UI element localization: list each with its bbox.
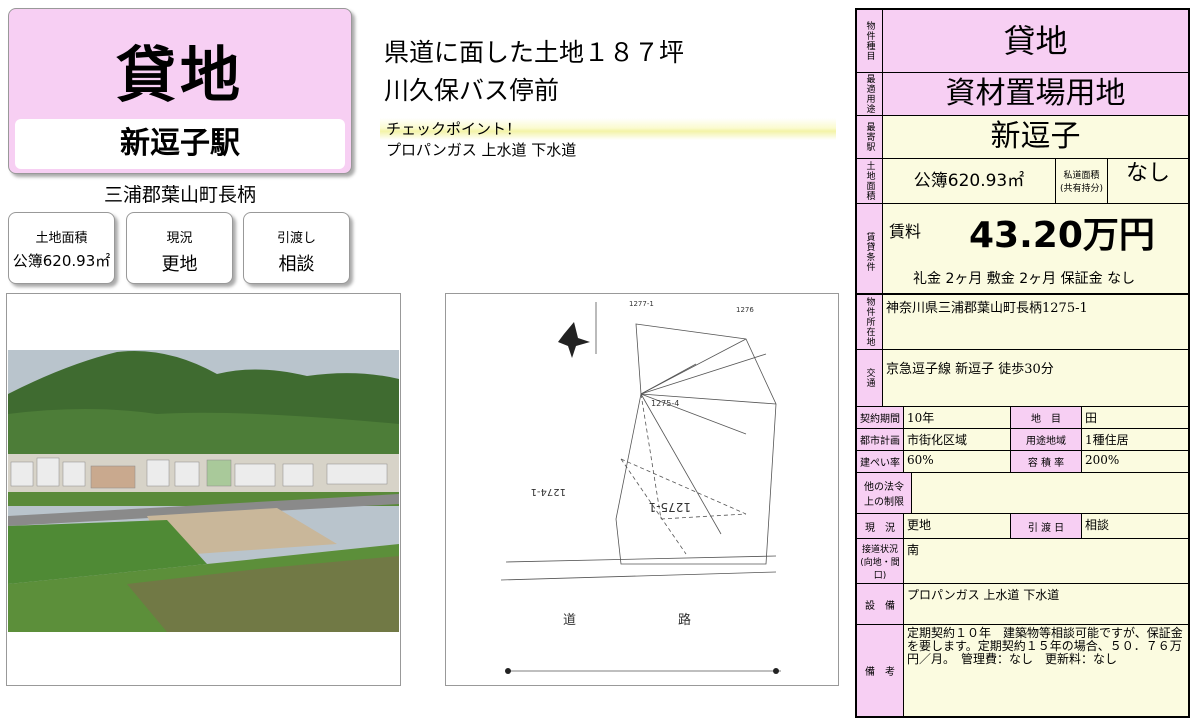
survey-map-frame: 1277-1 1276 1275-4 1275-1 1274-1 道 路 [445, 293, 839, 686]
zoning-label: 用途地域 [1011, 429, 1082, 450]
bcr-value: 60% [904, 451, 1011, 472]
map-road-label-2: 路 [678, 612, 691, 628]
law-label: 他の法令上の制限 [857, 473, 912, 513]
remarks-value: 定期契約１０年 建築物等相談可能ですが、保証金を要します。定期契約１５年の場合、… [904, 625, 1188, 716]
address-short: 三浦郡葉山町長柄 [103, 184, 256, 206]
use-label: 最適用途 [857, 73, 883, 115]
location-value: 神奈川県三浦郡葉山町長柄1275-1 [883, 295, 1188, 349]
city-plan-value: 市街化区域 [904, 429, 1011, 450]
station-row: 最寄駅 新逗子 [857, 116, 1188, 159]
type-value: 貸地 [883, 10, 1188, 72]
nearest-station-badge: 新逗子駅 [15, 119, 345, 169]
land-category-label: 地 目 [1011, 407, 1082, 428]
type-label: 物件種目 [857, 10, 883, 72]
area-value: 公簿620.93㎡ [883, 159, 1056, 203]
listing-type-title: 貸地 [116, 41, 244, 111]
handover-date-label: 引 渡 日 [1011, 514, 1082, 538]
contract-value: 10年 [904, 407, 1011, 428]
city-plan-label: 都市計画 [857, 429, 904, 450]
status-value: 更地 [904, 514, 1011, 538]
remarks-row: 備 考 定期契約１０年 建築物等相談可能ですが、保証金を要します。定期契約１５年… [857, 625, 1188, 716]
law-value [912, 473, 1188, 513]
transport-row: 交通 京急逗子線 新逗子 徒歩30分 [857, 350, 1188, 407]
handover-date-value: 相談 [1082, 514, 1188, 538]
status-label: 現 況 [857, 514, 904, 538]
map-lot-side: 1274-1 [531, 486, 566, 497]
city-plan-row: 都市計画 市街化区域 用途地域 1種住居 [857, 429, 1188, 451]
contract-label: 契約期間 [857, 407, 904, 428]
private-road-value: なし [1125, 161, 1170, 186]
title-card: 貸地 新逗子駅 [8, 8, 352, 174]
zoning-value: 1種住居 [1082, 429, 1188, 450]
land-category-value: 田 [1082, 407, 1188, 428]
rent-caption: 賃料 [889, 222, 922, 241]
road-access-label: 接道状況 [861, 544, 898, 555]
headline: 県道に面した土地１８７坪 川久保バス停前 [384, 34, 684, 110]
map-road-label-1: 道 [563, 613, 576, 628]
survey-map: 1277-1 1276 1275-4 1275-1 1274-1 道 路 [500, 300, 781, 674]
map-lot-main: 1275-1 [648, 500, 691, 514]
road-access-sub: (向地・間口) [860, 557, 900, 581]
condition-value: 更地 [161, 254, 198, 275]
rent-label: 賃貸条件 [857, 204, 883, 300]
contract-row: 契約期間 10年 地 目 田 [857, 407, 1188, 429]
use-row: 最適用途 資材置場用地 [857, 73, 1188, 116]
bcr-row: 建ぺい率 60% 容 積 率 200% [857, 451, 1188, 473]
utilities-line: プロパンガス 上水道 下水道 [386, 141, 577, 159]
info-table: 物件所在地 神奈川県三浦郡葉山町長柄1275-1 交通 京急逗子線 新逗子 徒歩… [855, 293, 1190, 718]
handover-value: 相談 [278, 254, 315, 275]
type-row: 物件種目 貸地 [857, 10, 1188, 73]
station-label: 最寄駅 [857, 116, 883, 158]
far-label: 容 積 率 [1011, 451, 1082, 472]
handover-box: 引渡し 相談 [243, 212, 350, 284]
remarks-label: 備 考 [857, 625, 904, 716]
facility-label: 設 備 [857, 584, 904, 624]
transport-label: 交通 [857, 350, 883, 406]
rent-terms: 礼金 2ヶ月 敷金 2ヶ月 保証金 なし [913, 271, 1136, 287]
rent-row: 賃貸条件 賃料 43.20万円 礼金 2ヶ月 敷金 2ヶ月 保証金 なし [857, 204, 1188, 300]
land-area-value: 公簿620.93㎡ [12, 252, 111, 270]
area-label: 土地面積 [857, 159, 883, 203]
handover-label: 引渡し [276, 231, 316, 246]
use-value: 資材置場用地 [883, 73, 1188, 115]
property-photo-frame [6, 293, 401, 686]
status-row: 現 況 更地 引 渡 日 相談 [857, 514, 1188, 539]
transport-value: 京急逗子線 新逗子 徒歩30分 [883, 350, 1188, 406]
rent-value: 43.20万円 [969, 215, 1155, 256]
headline-line-1: 県道に面した土地１８７坪 [384, 38, 685, 67]
road-access-value: 南 [904, 539, 1188, 583]
land-area-label: 土地面積 [35, 231, 88, 246]
facility-row: 設 備 プロパンガス 上水道 下水道 [857, 584, 1188, 625]
condition-box: 現況 更地 [126, 212, 233, 284]
map-lot-top-a: 1277-1 [629, 300, 654, 308]
land-area-box: 土地面積 公簿620.93㎡ [8, 212, 115, 284]
private-road-sub: (共有持分) [1059, 184, 1104, 194]
checkpoint-label: チェックポイント！ [380, 118, 836, 140]
map-lot-top-b: 1276 [736, 306, 754, 314]
condition-label: 現況 [166, 231, 193, 246]
property-photo [8, 350, 399, 632]
private-road-label: 私道面積 [1063, 171, 1100, 181]
road-access-row: 接道状況 (向地・間口) 南 [857, 539, 1188, 584]
bcr-label: 建ぺい率 [857, 451, 904, 472]
area-row: 土地面積 公簿620.93㎡ 私道面積 (共有持分) なし [857, 159, 1188, 204]
details-table: 物件種目 貸地 最適用途 資材置場用地 最寄駅 新逗子 土地面積 公簿620.9… [855, 8, 1190, 302]
far-value: 200% [1082, 451, 1188, 472]
facility-value: プロパンガス 上水道 下水道 [904, 584, 1188, 624]
location-row: 物件所在地 神奈川県三浦郡葉山町長柄1275-1 [857, 295, 1188, 350]
station-value: 新逗子 [883, 116, 1188, 158]
location-label: 物件所在地 [857, 295, 883, 349]
law-row: 他の法令上の制限 [857, 473, 1188, 514]
headline-line-2: 川久保バス停前 [384, 76, 560, 105]
map-lot-upper: 1275-4 [651, 399, 679, 408]
